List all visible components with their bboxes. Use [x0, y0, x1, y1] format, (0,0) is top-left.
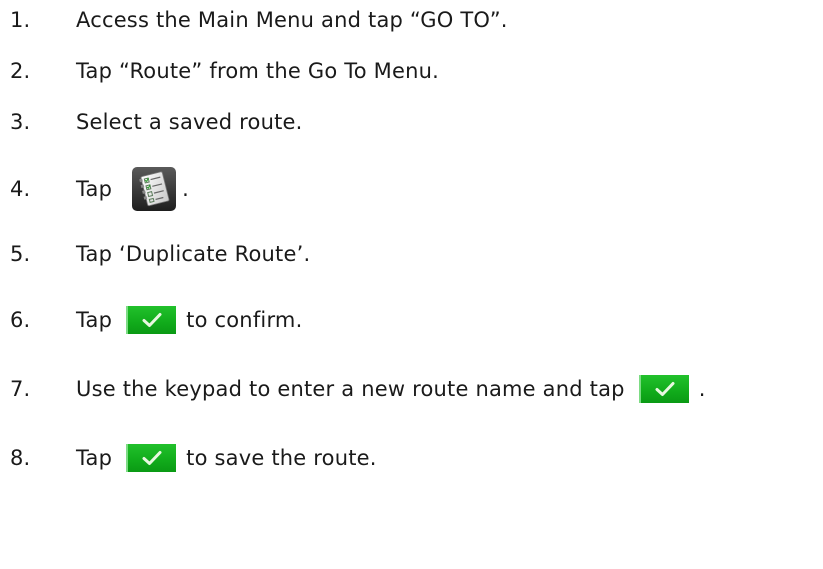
step-7: 7. Use the keypad to enter a new route n…	[10, 369, 823, 409]
step-number: 5.	[10, 242, 31, 266]
step-text: Tap ‘Duplicate Route’.	[76, 242, 311, 266]
step-4: 4. Tap .	[10, 163, 823, 215]
checkmark-icon	[126, 444, 177, 472]
step-1: 1. Access the Main Menu and tap “GO TO”.	[10, 0, 823, 40]
step-text: Select a saved route.	[76, 110, 303, 134]
step-3: 3. Select a saved route.	[10, 102, 823, 142]
step-8: 8. Tap to save the route.	[10, 438, 823, 478]
step-text-after: .	[182, 177, 190, 201]
checkmark-icon	[638, 375, 689, 403]
step-text-before: Tap	[76, 177, 113, 201]
step-text-after: to save the route.	[186, 446, 377, 470]
step-number: 4.	[10, 177, 31, 201]
step-text-after: .	[698, 377, 706, 401]
step-text-before: Tap	[76, 308, 113, 332]
checkmark-icon	[126, 306, 177, 334]
step-text: Tap “Route” from the Go To Menu.	[76, 59, 439, 83]
step-2: 2. Tap “Route” from the Go To Menu.	[10, 51, 823, 91]
step-number: 1.	[10, 8, 31, 32]
step-number: 8.	[10, 446, 31, 470]
step-number: 2.	[10, 59, 31, 83]
step-number: 6.	[10, 308, 31, 332]
step-text-before: Tap	[76, 446, 113, 470]
step-5: 5. Tap ‘Duplicate Route’.	[10, 234, 823, 274]
step-number: 3.	[10, 110, 31, 134]
step-text-before: Use the keypad to enter a new route name…	[76, 377, 625, 401]
step-text-after: to confirm.	[186, 308, 303, 332]
step-text: Access the Main Menu and tap “GO TO”.	[76, 8, 508, 32]
instruction-steps: 1. Access the Main Menu and tap “GO TO”.…	[0, 0, 823, 569]
step-6: 6. Tap to confirm.	[10, 300, 823, 340]
route-options-menu-icon	[132, 167, 177, 211]
step-number: 7.	[10, 377, 31, 401]
